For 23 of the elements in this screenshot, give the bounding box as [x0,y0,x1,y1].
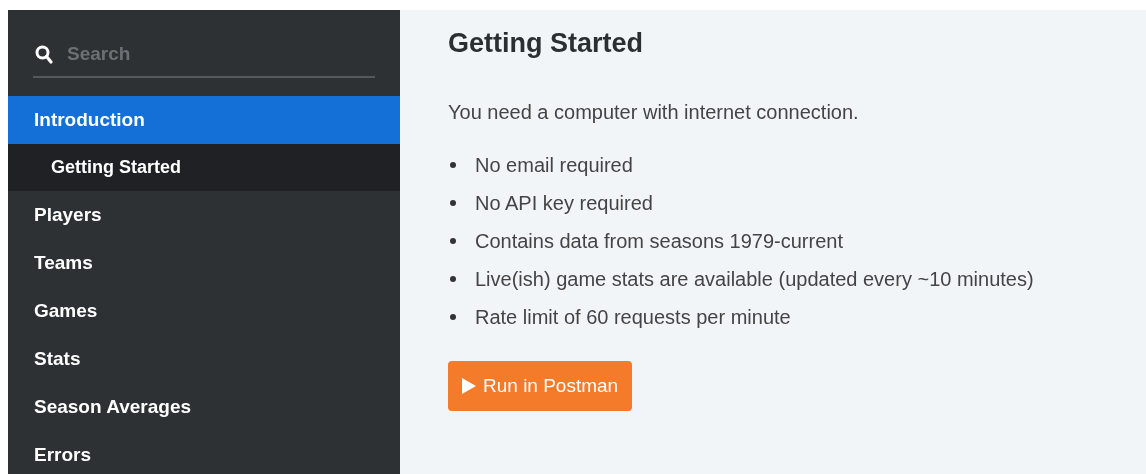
sidebar-subitem[interactable]: Getting Started [8,144,400,191]
bullet-icon [450,200,456,206]
bullet-icon [450,238,456,244]
list-item-text: Rate limit of 60 requests per minute [475,305,791,329]
sidebar-item[interactable]: Stats [8,335,400,383]
sidebar-item[interactable]: Introduction [8,96,400,144]
bullet-icon [450,162,456,168]
bullet-icon [450,276,456,282]
sidebar-item[interactable]: Season Averages [8,383,400,431]
list-item-text: No email required [475,153,633,177]
sidebar-item[interactable]: Teams [8,239,400,287]
page-heading: Getting Started [448,28,644,59]
search-icon [35,44,53,64]
list-item-text: Live(ish) game stats are available (updated every ~10 minutes) [475,267,1034,291]
play-icon [462,378,476,394]
bullet-icon [450,314,456,320]
sidebar-item[interactable]: Games [8,287,400,335]
sidebar-item[interactable]: Players [8,191,400,239]
list-item-text: No API key required [475,191,653,215]
sidebar-item[interactable]: Errors [8,431,400,474]
list-item-text: Contains data from seasons 1979-current [475,229,843,253]
search-field[interactable]: Search [65,42,345,66]
intro-text: You need a computer with internet connection. [448,101,860,124]
